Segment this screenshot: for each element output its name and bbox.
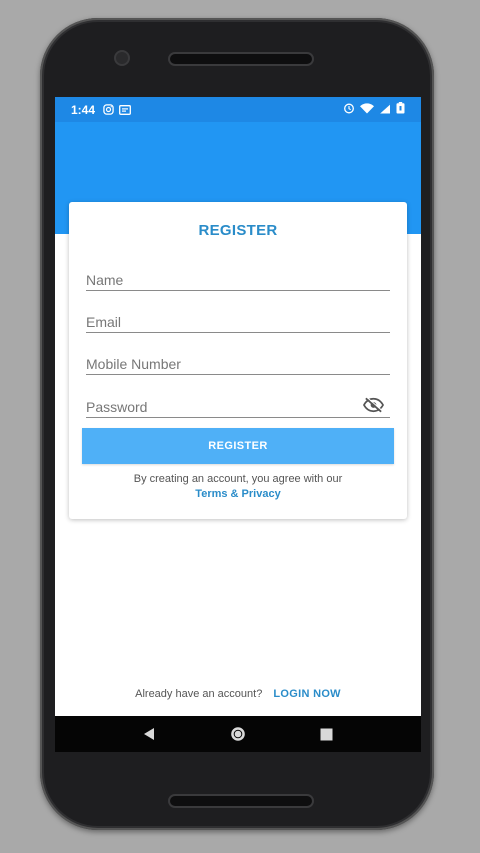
back-icon[interactable] [139, 724, 159, 744]
card-title: REGISTER [198, 222, 278, 239]
recents-icon[interactable] [317, 724, 337, 744]
password-field-wrapper [86, 387, 390, 418]
agreement-text-block: By creating an account, you agree with o… [69, 472, 407, 502]
top-speaker [170, 54, 312, 64]
home-icon[interactable] [228, 724, 248, 744]
status-time: 1:44 [71, 102, 96, 117]
password-input[interactable] [86, 399, 356, 415]
login-now-link[interactable]: LOGIN NOW [273, 688, 340, 700]
battery-icon [396, 102, 405, 117]
mobile-field-wrapper [86, 344, 390, 375]
app-screen: 1:44 REGISTER Name Email Mobile Number R… [55, 97, 421, 752]
terms-privacy-link[interactable]: Terms & Privacy [69, 487, 407, 502]
login-prompt-text: Already have an account? [135, 688, 263, 700]
name-field-wrapper [86, 260, 390, 291]
alarm-icon [343, 102, 355, 117]
eye-off-icon[interactable] [362, 396, 384, 414]
register-button[interactable]: REGISTER [82, 428, 394, 464]
wifi-icon [360, 102, 374, 117]
bottom-speaker [170, 796, 312, 806]
status-bar: 1:44 [55, 97, 421, 122]
status-right-icons [343, 102, 405, 117]
instagram-icon [103, 104, 114, 115]
login-prompt: Already have an account? LOGIN NOW [55, 688, 421, 700]
mobile-number-input[interactable] [86, 356, 356, 372]
signal-icon [379, 103, 391, 117]
agreement-text: By creating an account, you agree with o… [133, 473, 343, 485]
front-camera [116, 52, 128, 64]
message-icon [119, 104, 131, 115]
navigation-bar [55, 716, 421, 752]
register-card: REGISTER REGISTER By creating an accou [69, 202, 407, 519]
email-field-wrapper [86, 302, 390, 333]
name-input[interactable] [86, 272, 356, 288]
email-input[interactable] [86, 314, 356, 330]
